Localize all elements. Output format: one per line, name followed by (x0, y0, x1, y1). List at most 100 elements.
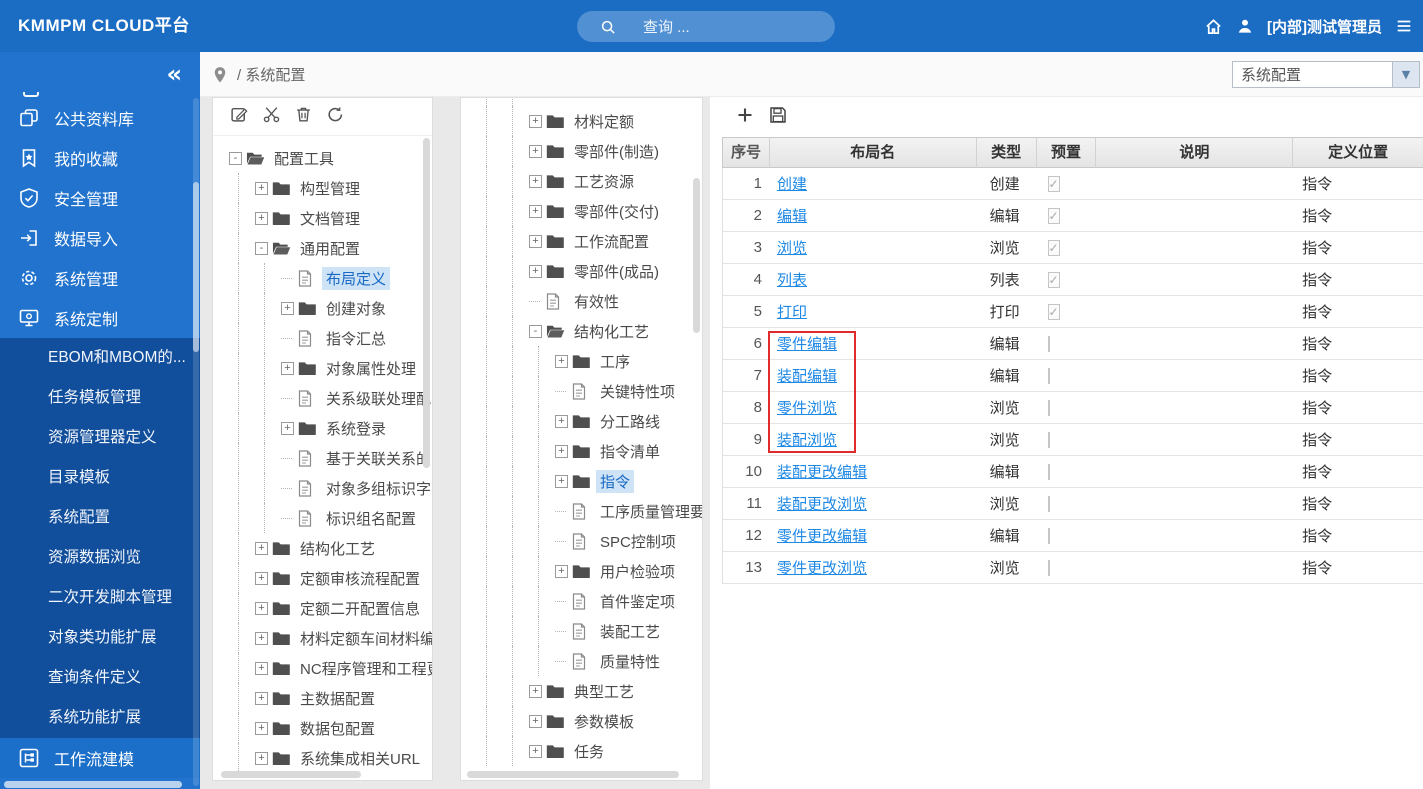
tree-node[interactable]: + 参数模板 (477, 706, 702, 736)
context-select-input[interactable] (1232, 61, 1392, 88)
tree1-hscrollbar-thumb[interactable] (221, 771, 361, 778)
checkbox-checked-icon[interactable]: ✓ (1047, 240, 1060, 256)
tree2-vscrollbar-thumb[interactable] (693, 178, 700, 333)
user-icon[interactable] (1236, 17, 1254, 35)
sidebar-subitem[interactable]: EBOM和MBOM的... (0, 338, 200, 378)
expand-icon[interactable]: + (529, 744, 542, 758)
expand-icon[interactable]: + (529, 144, 542, 158)
edit-icon[interactable] (230, 105, 249, 128)
tree-node[interactable]: - 配置工具 (229, 143, 432, 173)
layout-link[interactable]: 浏览 (777, 240, 807, 257)
tree-node[interactable]: + 材料定额 (477, 106, 702, 136)
tree-node[interactable]: 指令汇总 (229, 323, 432, 353)
checkbox-unchecked-icon[interactable] (1047, 560, 1050, 576)
expand-icon[interactable]: + (255, 181, 268, 195)
sidebar-subitem[interactable]: 目录模板 (0, 458, 200, 498)
menu-icon[interactable] (1395, 17, 1413, 35)
tree-node[interactable]: 基于关联关系的 (229, 443, 432, 473)
checkbox-checked-icon[interactable]: ✓ (1047, 176, 1060, 192)
checkbox-unchecked-icon[interactable] (1047, 400, 1050, 416)
home-icon[interactable] (1204, 17, 1223, 36)
sidebar-item[interactable]: 公共资料库 (0, 98, 200, 138)
expand-icon[interactable]: + (281, 301, 294, 315)
tree-node[interactable]: + 文档管理 (229, 203, 432, 233)
tree-node[interactable]: + NC程序管理和工程更 (229, 653, 432, 683)
expand-icon[interactable]: + (529, 234, 542, 248)
table-row[interactable]: 8 零件浏览 浏览 指令 (722, 392, 1423, 424)
sidebar-hscrollbar-thumb[interactable] (4, 781, 182, 788)
sidebar-item[interactable]: 系统定制 (0, 298, 200, 338)
tree-node[interactable]: + 系统集成相关URL (229, 743, 432, 773)
save-icon[interactable] (769, 106, 787, 128)
tree-node[interactable]: 标识组名配置 (229, 503, 432, 533)
tree-node[interactable]: - 通用配置 (229, 233, 432, 263)
sidebar-subitem[interactable]: 对象类功能扩展 (0, 618, 200, 658)
collapse-icon[interactable]: - (529, 324, 542, 338)
expand-icon[interactable]: + (555, 474, 568, 488)
expand-icon[interactable]: + (529, 174, 542, 188)
expand-icon[interactable]: + (529, 97, 542, 98)
tree-node[interactable]: + 工作流配置 (477, 226, 702, 256)
sidebar-subitem[interactable]: 资源数据浏览 (0, 538, 200, 578)
checkbox-unchecked-icon[interactable] (1047, 336, 1050, 352)
expand-icon[interactable]: + (255, 601, 268, 615)
expand-icon[interactable]: + (529, 264, 542, 278)
tree-node[interactable]: + 零部件(成品) (477, 256, 702, 286)
checkbox-unchecked-icon[interactable] (1047, 464, 1050, 480)
refresh-icon[interactable] (326, 105, 345, 128)
sidebar-item[interactable]: 系统管理 (0, 258, 200, 298)
layout-link[interactable]: 装配更改编辑 (777, 464, 867, 481)
table-row[interactable]: 7 装配编辑 编辑 指令 (722, 360, 1423, 392)
sidebar-subitem[interactable]: 查询条件定义 (0, 658, 200, 698)
global-search-input[interactable]: 查询 ... (577, 11, 835, 42)
layout-link[interactable]: 打印 (777, 304, 807, 321)
sidebar-subitem[interactable]: 系统配置 (0, 498, 200, 538)
expand-icon[interactable]: + (529, 114, 542, 128)
tree-node[interactable]: + 分工路线 (477, 406, 702, 436)
expand-icon[interactable]: + (255, 631, 268, 645)
layout-link[interactable]: 创建 (777, 176, 807, 193)
expand-icon[interactable]: + (255, 571, 268, 585)
collapse-icon[interactable]: - (229, 151, 242, 165)
expand-icon[interactable]: + (529, 684, 542, 698)
layout-link[interactable]: 零件编辑 (777, 336, 837, 353)
tree-node[interactable]: + 零部件(制造) (477, 136, 702, 166)
expand-icon[interactable]: + (255, 211, 268, 225)
tree-node[interactable]: + 材料定额车间材料编 (229, 623, 432, 653)
sidebar-subitem[interactable]: 二次开发脚本管理 (0, 578, 200, 618)
expand-icon[interactable]: + (281, 361, 294, 375)
tree-node[interactable]: + 典型工艺 (477, 676, 702, 706)
tree-node[interactable]: + 数据包配置 (229, 713, 432, 743)
tree-node[interactable]: + 工序 (477, 346, 702, 376)
layout-link[interactable]: 编辑 (777, 208, 807, 225)
tree-node[interactable]: + 指令清单 (477, 436, 702, 466)
tree-node[interactable]: + (477, 97, 702, 106)
tree-node[interactable]: 装配工艺 (477, 616, 702, 646)
checkbox-unchecked-icon[interactable] (1047, 528, 1050, 544)
table-row[interactable]: 13 零件更改浏览 浏览 指令 (722, 552, 1423, 584)
tree-node[interactable]: 布局定义 (229, 263, 432, 293)
sidebar-scrollbar-thumb[interactable] (193, 182, 199, 352)
layout-link[interactable]: 装配编辑 (777, 368, 837, 385)
tree-node[interactable]: 质量特性 (477, 646, 702, 676)
tree-node[interactable]: + 构型管理 (229, 173, 432, 203)
tree-node[interactable]: + 定额审核流程配置 (229, 563, 432, 593)
sidebar-subitem[interactable]: 系统功能扩展 (0, 698, 200, 738)
add-icon[interactable] (736, 106, 754, 128)
tree-node[interactable]: + 定额二开配置信息 (229, 593, 432, 623)
expand-icon[interactable]: + (255, 721, 268, 735)
checkbox-unchecked-icon[interactable] (1047, 496, 1050, 512)
tree-node[interactable]: + 任务 (477, 736, 702, 766)
tree-node[interactable]: 关键特性项 (477, 376, 702, 406)
table-row[interactable]: 4 列表 列表 ✓ 指令 (722, 264, 1423, 296)
layout-link[interactable]: 零件浏览 (777, 400, 837, 417)
table-row[interactable]: 1 创建 创建 ✓ 指令 (722, 168, 1423, 200)
sidebar-item[interactable]: 安全管理 (0, 178, 200, 218)
tree-node[interactable]: SPC控制项 (477, 526, 702, 556)
chevron-down-icon[interactable]: ▼ (1392, 61, 1420, 88)
tree-node[interactable]: + 对象属性处理 (229, 353, 432, 383)
tree-node[interactable]: 有效性 (477, 286, 702, 316)
tree-node[interactable]: + 用户检验项 (477, 556, 702, 586)
tree-node[interactable]: 对象多组标识字 (229, 473, 432, 503)
checkbox-unchecked-icon[interactable] (1047, 432, 1050, 448)
